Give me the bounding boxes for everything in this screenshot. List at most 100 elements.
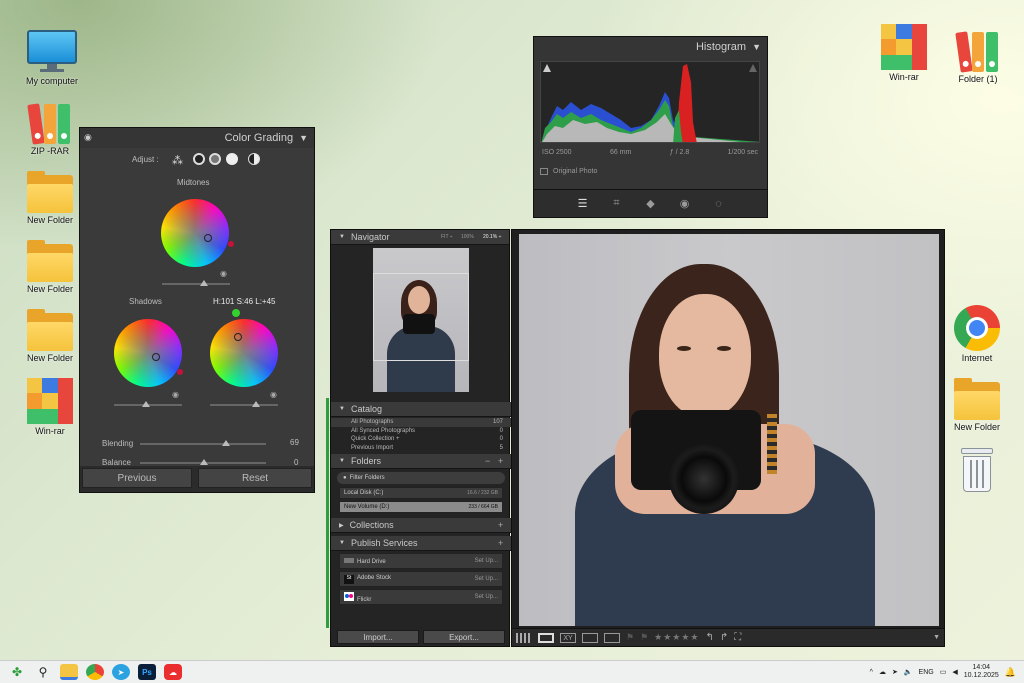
- catalog-item[interactable]: All Photographs 107: [331, 418, 511, 427]
- search-icon[interactable]: ⚲: [34, 664, 52, 680]
- balance-value[interactable]: 0: [294, 458, 298, 467]
- main-photo[interactable]: [519, 234, 939, 626]
- color-grading-header[interactable]: ◉ Color Grading ▼: [80, 128, 314, 148]
- global-wheel-button[interactable]: [248, 153, 260, 165]
- tray-speaker-icon[interactable]: ◀: [952, 668, 957, 676]
- shadows-saturation-dot[interactable]: [177, 369, 183, 375]
- desktop-icon-folder-1[interactable]: Folder (1): [938, 28, 1018, 84]
- midtones-wheel-handle[interactable]: [204, 234, 212, 242]
- midtones-eye-icon[interactable]: ◉: [220, 269, 227, 278]
- tray-telegram-icon[interactable]: ➤: [892, 668, 898, 676]
- zoom-100[interactable]: 100%: [461, 234, 474, 240]
- filter-folders-field[interactable]: ● Filter Folders: [337, 472, 505, 485]
- collapse-triangle-icon[interactable]: ▼: [752, 42, 761, 52]
- zoom-fit[interactable]: FIT ÷: [441, 234, 453, 240]
- highlights-saturation-dot[interactable]: [232, 309, 240, 317]
- shadows-wheel-button[interactable]: [193, 153, 205, 165]
- volume-local-disk[interactable]: Local Disk (C:) 16.6 / 232 GB: [339, 487, 503, 500]
- tray-volume-icon[interactable]: 🔈: [904, 668, 913, 676]
- shadows-wheel-handle[interactable]: [152, 353, 160, 361]
- shadows-eye-icon[interactable]: ◉: [172, 390, 179, 399]
- expand-triangle-icon[interactable]: ▶: [339, 522, 344, 529]
- collapse-triangle-icon[interactable]: ▼: [339, 234, 345, 240]
- original-photo-checkbox[interactable]: Original Photo: [540, 168, 597, 175]
- masking-icon[interactable]: ◌: [712, 197, 726, 211]
- shadows-color-wheel[interactable]: [114, 319, 182, 387]
- chrome-taskbar-icon[interactable]: [86, 664, 104, 680]
- publish-flickr[interactable]: Flickr Set Up...: [339, 589, 503, 606]
- tray-monitor-icon[interactable]: ▭: [940, 668, 947, 676]
- collections-header[interactable]: ▶ Collections +: [331, 518, 511, 534]
- collections-add-button[interactable]: +: [498, 520, 503, 530]
- healing-eraser-icon[interactable]: ◆: [644, 197, 658, 211]
- toolbar-menu-chevron-icon[interactable]: ▼: [933, 634, 940, 641]
- collapse-triangle-icon[interactable]: ▼: [339, 458, 345, 464]
- publish-hard-drive[interactable]: Hard Drive Set Up...: [339, 553, 503, 570]
- folders-header[interactable]: ▼ Folders − +: [331, 454, 511, 470]
- catalog-item[interactable]: All Synced Photographs 0: [331, 427, 511, 436]
- setup-link[interactable]: Set Up...: [475, 594, 498, 600]
- catalog-item[interactable]: Previous Import 5: [331, 444, 511, 453]
- blending-value[interactable]: 69: [290, 438, 299, 447]
- reset-button[interactable]: Reset: [198, 468, 312, 488]
- publish-adobe-stock[interactable]: St Adobe Stock Set Up...: [339, 571, 503, 588]
- reject-flag-icon[interactable]: ⚑: [640, 632, 648, 643]
- collapse-triangle-icon[interactable]: ▼: [299, 133, 308, 143]
- creative-cloud-icon[interactable]: ☁: [164, 664, 182, 680]
- eye-icon[interactable]: ◉: [84, 132, 92, 143]
- catalog-header[interactable]: ▼ Catalog: [331, 402, 511, 417]
- loupe-view-icon[interactable]: [538, 632, 554, 643]
- three-way-icon[interactable]: ⁂: [172, 154, 183, 167]
- setup-link[interactable]: Set Up...: [475, 576, 498, 582]
- highlights-luminance-slider[interactable]: [210, 401, 278, 407]
- collapse-triangle-icon[interactable]: ▼: [339, 540, 345, 546]
- midtones-wheel-button[interactable]: [209, 153, 221, 165]
- notification-bell-icon[interactable]: 🔔: [1005, 667, 1016, 678]
- checkbox-icon[interactable]: [540, 168, 548, 175]
- crop-overlay-icon[interactable]: ⛶: [734, 632, 741, 643]
- balance-slider[interactable]: [140, 459, 266, 465]
- people-view-icon[interactable]: [604, 632, 620, 643]
- publish-services-header[interactable]: ▼ Publish Services +: [331, 536, 511, 552]
- rotate-left-icon[interactable]: ↰: [706, 632, 714, 643]
- folders-minus-button[interactable]: −: [485, 456, 490, 466]
- midtones-saturation-dot[interactable]: [228, 241, 234, 247]
- publish-add-button[interactable]: +: [498, 538, 503, 548]
- edit-sliders-icon[interactable]: ☰: [576, 197, 590, 211]
- nav-zoom-frame[interactable]: [373, 273, 469, 361]
- telegram-icon[interactable]: ➤: [112, 664, 130, 680]
- volume-new-volume[interactable]: New Volume (D:) 233 / 664 GB: [339, 501, 503, 514]
- grid-view-icon[interactable]: [516, 632, 532, 643]
- rotate-right-icon[interactable]: ↱: [720, 632, 728, 643]
- desktop-icon-new-folder-right[interactable]: New Folder: [937, 378, 1017, 432]
- desktop-icon-new-folder-3[interactable]: New Folder: [10, 309, 90, 363]
- navigator-preview[interactable]: [373, 248, 469, 392]
- desktop-icon-new-folder-2[interactable]: New Folder: [10, 240, 90, 294]
- desktop-icon-winrar-right[interactable]: Win-rar: [864, 24, 944, 82]
- tray-chevron-icon[interactable]: ^: [870, 669, 873, 676]
- folders-add-button[interactable]: +: [498, 456, 503, 466]
- desktop-icon-internet[interactable]: Internet: [937, 305, 1017, 363]
- export-button[interactable]: Export...: [423, 630, 505, 644]
- midtones-luminance-slider[interactable]: [162, 280, 230, 286]
- file-explorer-icon[interactable]: [60, 664, 78, 680]
- shadows-luminance-slider[interactable]: [114, 401, 182, 407]
- survey-view-icon[interactable]: [582, 632, 598, 643]
- navigator-header[interactable]: ▼ Navigator FIT ÷ 100% 20.1% ÷: [331, 230, 509, 245]
- desktop-icon-recycle-bin[interactable]: [937, 448, 1017, 494]
- desktop-icon-zip-rar[interactable]: ZIP -RAR: [10, 100, 90, 156]
- flag-icon[interactable]: ⚑: [626, 632, 634, 643]
- blending-slider[interactable]: [140, 440, 266, 446]
- collapse-triangle-icon[interactable]: ▼: [339, 406, 345, 412]
- catalog-item[interactable]: Quick Collection + 0: [331, 435, 511, 444]
- highlights-wheel-button[interactable]: [226, 153, 238, 165]
- red-eye-icon[interactable]: ◉: [678, 197, 692, 211]
- language-indicator[interactable]: ENG: [919, 669, 934, 676]
- desktop-icon-my-computer[interactable]: My computer: [12, 30, 92, 86]
- star-rating[interactable]: ★★★★★: [654, 632, 699, 643]
- desktop-icon-new-folder-1[interactable]: New Folder: [10, 171, 90, 225]
- histogram-header[interactable]: Histogram ▼: [534, 37, 767, 57]
- previous-button[interactable]: Previous: [82, 468, 192, 488]
- import-button[interactable]: Import...: [337, 630, 419, 644]
- midtones-color-wheel[interactable]: [161, 199, 229, 267]
